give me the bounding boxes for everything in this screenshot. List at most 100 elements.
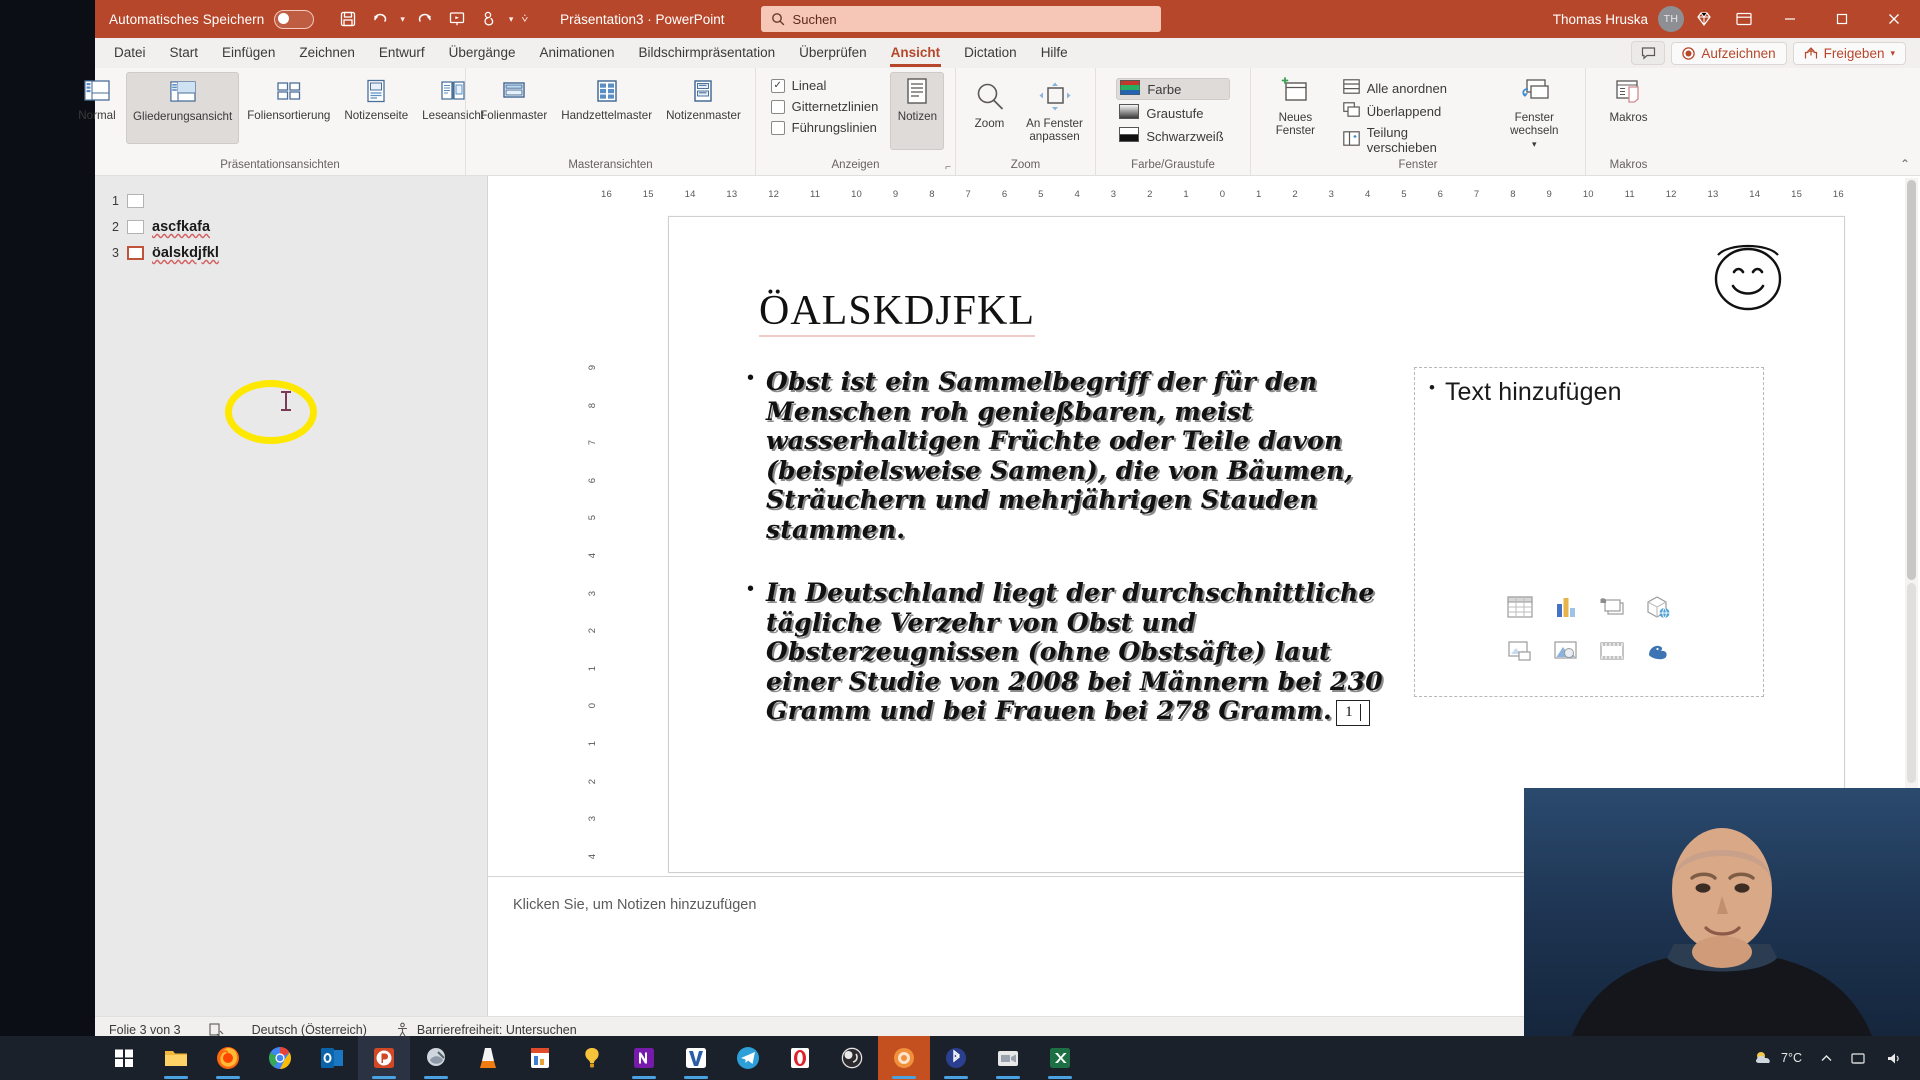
obs-icon[interactable] (826, 1036, 878, 1080)
insert-smartart-icon[interactable] (1590, 586, 1634, 628)
slide-bullet-2[interactable]: • In Deutschland liegt der durchschnittl… (747, 578, 1387, 726)
close-button[interactable] (1868, 0, 1920, 38)
tab-datei[interactable]: Datei (103, 41, 157, 66)
ribbon-button-gliederungsansicht[interactable]: Gliederungsansicht (125, 72, 240, 144)
search-input[interactable]: Suchen (760, 6, 1161, 32)
onenote-icon[interactable] (618, 1036, 670, 1080)
scrollbar-track-secondary[interactable] (1907, 583, 1916, 783)
comments-button[interactable] (1631, 41, 1666, 65)
firefox-icon[interactable] (202, 1036, 254, 1080)
volume-icon[interactable] (1877, 1036, 1912, 1080)
slide-title[interactable]: ÖALSKDJFKL (759, 287, 1036, 337)
outline-row-1[interactable]: 1 (95, 188, 487, 214)
save-icon[interactable] (334, 6, 362, 32)
tab-animationen[interactable]: Animationen (528, 41, 625, 66)
avatar[interactable]: TH (1658, 6, 1684, 32)
file-explorer-icon[interactable] (150, 1036, 202, 1080)
tab-ansicht[interactable]: Ansicht (880, 41, 952, 67)
anzeigen-dialog-launcher-icon[interactable]: ⌐ (945, 162, 951, 173)
ribbon-button-handzettelmaster[interactable]: Handzettelmaster (555, 72, 658, 124)
customize-qat-icon[interactable]: ⩒ (519, 13, 530, 26)
outline-row-3-text[interactable]: öalskdjfkl (152, 245, 219, 261)
excel-icon[interactable] (1034, 1036, 1086, 1080)
user-name[interactable]: Thomas Hruska (1553, 12, 1648, 27)
ribbon-button-folienmaster[interactable]: Folienmaster (474, 72, 553, 124)
visio-icon[interactable] (670, 1036, 722, 1080)
powerpoint-icon[interactable] (358, 1036, 410, 1080)
option-schwarzweiss[interactable]: Schwarzweiß (1116, 126, 1229, 146)
outline-row-3[interactable]: 3 öalskdjfkl (95, 240, 487, 266)
outline-pane[interactable]: 1 2 ascfkafa 3 öalskdjfkl (95, 176, 488, 1016)
slide-right-placeholder[interactable]: • Text hinzufügen (1414, 367, 1764, 697)
redo-icon[interactable] (411, 6, 439, 32)
insert-chart-icon[interactable] (1544, 586, 1588, 628)
smiley-face-drawing[interactable] (1706, 239, 1790, 313)
checkbox-fuehrungslinien-box[interactable] (770, 120, 785, 135)
slide-bullet-2-text[interactable]: In Deutschland liegt der durchschnittlic… (766, 578, 1387, 726)
camtasia-icon[interactable] (878, 1036, 930, 1080)
telegram-icon[interactable] (722, 1036, 774, 1080)
ribbon-button-an-fenster-anpassen[interactable]: An Fenster anpassen (1020, 76, 1090, 146)
ribbon-button-notizen[interactable]: Notizen (890, 72, 945, 150)
option-graustufe[interactable]: Graustufe (1116, 103, 1229, 123)
ribbon-button-notizenseite[interactable]: Notizenseite (338, 72, 414, 124)
opera-icon[interactable] (774, 1036, 826, 1080)
ribbon-button-foliensortierung[interactable]: Foliensortierung (241, 72, 336, 124)
show-hidden-icons-chevron[interactable] (1811, 1036, 1842, 1080)
checkbox-lineal-box[interactable]: ✓ (770, 78, 785, 93)
scrollbar-thumb[interactable] (1907, 180, 1916, 580)
diamond-subscription-icon[interactable] (1684, 0, 1724, 38)
notes-placeholder[interactable]: Klicken Sie, um Notizen hinzuzufügen (513, 897, 756, 913)
share-dropdown-icon[interactable]: ▾ (1890, 48, 1895, 59)
minimize-button[interactable] (1764, 0, 1816, 38)
vlc-icon[interactable] (462, 1036, 514, 1080)
insert-picture-icon[interactable] (1498, 630, 1542, 672)
tab-entwurf[interactable]: Entwurf (368, 41, 436, 66)
option-alle-anordnen[interactable]: Alle anordnen (1340, 78, 1466, 98)
restore-button[interactable] (1816, 0, 1868, 38)
outline-row-1-thumbnail[interactable] (127, 194, 144, 208)
tab-start[interactable]: Start (159, 41, 210, 66)
record-button[interactable]: Aufzeichnen (1671, 41, 1787, 65)
option-ueberlappend[interactable]: Überlappend (1340, 101, 1466, 121)
ribbon-button-neues-fenster[interactable]: Neues Fenster (1257, 72, 1334, 140)
ribbon-button-normal[interactable]: Normal (70, 72, 124, 124)
undo-icon[interactable] (366, 6, 394, 32)
touch-mode-dropdown-icon[interactable]: ▾ (507, 14, 516, 25)
outline-row-2-text[interactable]: ascfkafa (152, 219, 210, 235)
right-placeholder-prompt[interactable]: Text hinzufügen (1445, 378, 1622, 407)
insert-icons-icon[interactable] (1636, 630, 1680, 672)
outlook-icon[interactable] (306, 1036, 358, 1080)
outline-row-2[interactable]: 2 ascfkafa (95, 214, 487, 240)
fenster-wechseln-dropdown-icon[interactable]: ▾ (1532, 139, 1537, 149)
ribbon-button-notizenmaster[interactable]: Notizenmaster (660, 72, 747, 124)
insert-3d-model-icon[interactable] (1636, 586, 1680, 628)
autosave-toggle[interactable] (274, 9, 315, 29)
checkbox-fuehrungslinien[interactable]: Führungslinien (770, 120, 879, 135)
idea-icon[interactable] (566, 1036, 618, 1080)
tab-hilfe[interactable]: Hilfe (1030, 41, 1079, 66)
slide-canvas[interactable]: ÖALSKDJFKL • Obst ist ein Sammelbegriff … (668, 216, 1845, 873)
share-button[interactable]: Freigeben ▾ (1792, 41, 1906, 65)
paint-icon[interactable] (410, 1036, 462, 1080)
insert-video-icon[interactable] (1590, 630, 1634, 672)
media-icon[interactable] (514, 1036, 566, 1080)
ribbon-display-options-icon[interactable] (1724, 0, 1764, 38)
zoom-app-icon[interactable] (982, 1036, 1034, 1080)
slide-bullet-1[interactable]: • Obst ist ein Sammelbegriff der für den… (747, 367, 1387, 544)
tab-bildschirmpraesentation[interactable]: Bildschirmpräsentation (628, 41, 787, 66)
undo-dropdown-icon[interactable]: ▾ (398, 14, 407, 25)
tab-ueberpruefen[interactable]: Überprüfen (788, 41, 878, 66)
tab-zeichnen[interactable]: Zeichnen (288, 41, 366, 66)
horizontal-ruler[interactable]: 16 15 14 13 12 11 10 9 8 7 6 5 4 3 2 1 0… (595, 184, 1850, 204)
start-slideshow-icon[interactable] (443, 6, 471, 32)
slide-bullet-1-text[interactable]: Obst ist ein Sammelbegriff der für den M… (766, 367, 1387, 544)
tab-einfuegen[interactable]: Einfügen (211, 41, 286, 66)
outline-row-3-thumbnail[interactable] (127, 246, 144, 260)
checkbox-gitternetzlinien-box[interactable] (770, 99, 785, 114)
tab-dictation[interactable]: Dictation (953, 41, 1028, 66)
checkbox-lineal[interactable]: ✓ Lineal (770, 78, 879, 93)
touch-mode-icon[interactable] (475, 6, 503, 32)
option-teilung-verschieben[interactable]: Teilung verschieben (1340, 124, 1466, 156)
chrome-icon[interactable] (254, 1036, 306, 1080)
